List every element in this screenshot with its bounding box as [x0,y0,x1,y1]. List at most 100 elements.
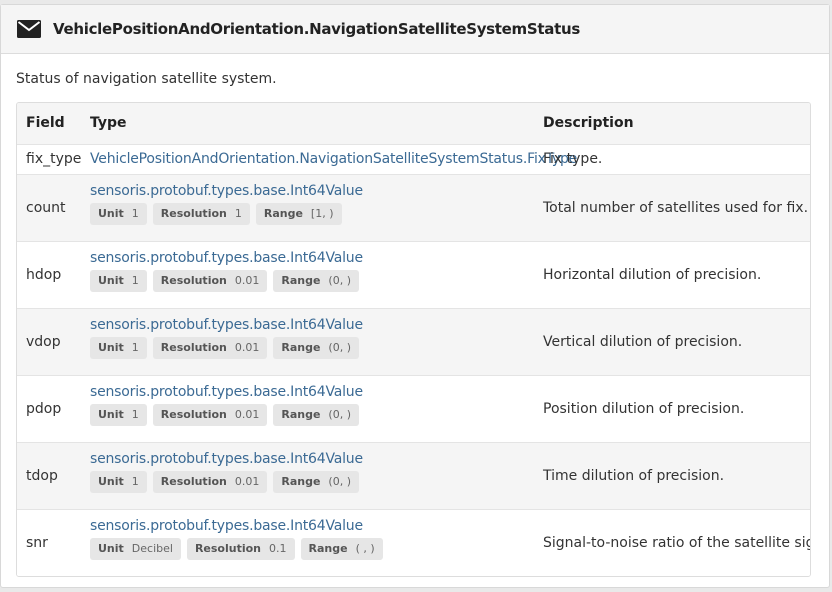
badge-key: Range [281,341,321,354]
badge-value: (0, ) [328,274,351,287]
badge-key: Resolution [160,274,227,287]
fields-table: Field Type Description fix_type VehiclePo… [16,102,811,577]
table-row: vdop sensoris.protobuf.types.base.Int64Va… [17,308,810,375]
badge-range: Range (0, ) [273,404,359,426]
type-cell: VehiclePositionAndOrientation.Navigation… [90,151,577,167]
table-row: pdop sensoris.protobuf.types.base.Int64Va… [17,375,810,442]
badge-value: 1 [131,341,139,354]
badge-value: 0.01 [234,475,260,488]
field-description: Position dilution of precision. [543,401,745,417]
badge-value: 1 [234,207,242,220]
field-name: pdop [26,401,62,417]
table-row: snr sensoris.protobuf.types.base.Int64Val… [17,509,810,576]
field-description: Fix type. [543,151,603,167]
badge-key: Range [281,408,321,421]
type-link[interactable]: sensoris.protobuf.types.base.Int64Value [90,451,363,467]
type-badges: Unit 1 Resolution 0.01 Range (0, ) [90,270,363,292]
badge-value: 0.01 [234,274,260,287]
badge-value: [1, ) [310,207,334,220]
envelope-icon [17,20,41,38]
field-name: tdop [26,468,58,484]
badge-value: 1 [131,408,139,421]
column-header-field: Field [26,115,65,131]
field-name: hdop [26,267,62,283]
type-badges: Unit Decibel Resolution 0.1 Range ( , ) [90,538,383,560]
table-row: fix_type VehiclePositionAndOrientation.Na… [17,144,810,174]
field-name: count [26,200,66,216]
badge-resolution: Resolution 0.01 [152,337,268,359]
field-name: vdop [26,334,61,350]
type-link[interactable]: VehiclePositionAndOrientation.Navigation… [90,151,577,167]
badge-unit: Unit 1 [90,203,147,225]
badge-value: (0, ) [328,475,351,488]
badge-key: Resolution [160,408,227,421]
badge-range: Range (0, ) [273,471,359,493]
badge-unit: Unit 1 [90,404,147,426]
badge-resolution: Resolution 0.01 [152,404,268,426]
type-badges: Unit 1 Resolution 1 Range [1, ) [90,203,363,225]
column-header-description: Description [543,115,634,131]
badge-key: Range [281,475,321,488]
badge-key: Unit [98,542,124,555]
badge-resolution: Resolution 0.1 [186,538,295,560]
type-badges: Unit 1 Resolution 0.01 Range (0, ) [90,404,363,426]
badge-value: 1 [131,274,139,287]
badge-value: 0.1 [269,542,287,555]
badge-value: ( , ) [355,542,375,555]
table-row: count sensoris.protobuf.types.base.Int64V… [17,174,810,241]
field-description: Time dilution of precision. [543,468,725,484]
badge-key: Resolution [160,341,227,354]
panel-title: VehiclePositionAndOrientation.Navigation… [53,20,580,38]
badge-range: Range [1, ) [255,203,342,225]
badge-value: 1 [131,475,139,488]
type-link[interactable]: sensoris.protobuf.types.base.Int64Value [90,518,363,534]
badge-range: Range ( , ) [300,538,383,560]
badge-unit: Unit 1 [90,270,147,292]
type-cell: sensoris.protobuf.types.base.Int64Value U… [90,317,363,359]
type-badges: Unit 1 Resolution 0.01 Range (0, ) [90,471,363,493]
badge-key: Unit [98,408,124,421]
badge-value: (0, ) [328,408,351,421]
panel-header: VehiclePositionAndOrientation.Navigation… [1,5,829,54]
badge-key: Unit [98,341,124,354]
type-cell: sensoris.protobuf.types.base.Int64Value U… [90,384,363,426]
badge-value: 1 [131,207,139,220]
badge-resolution: Resolution 1 [152,203,250,225]
badge-range: Range (0, ) [273,337,359,359]
field-name: snr [26,535,48,551]
field-description: Horizontal dilution of precision. [543,267,762,283]
message-description: Status of navigation satellite system. [16,71,277,87]
badge-unit: Unit 1 [90,471,147,493]
field-description: Vertical dilution of precision. [543,334,743,350]
badge-key: Unit [98,207,124,220]
column-header-type: Type [90,115,127,131]
type-link[interactable]: sensoris.protobuf.types.base.Int64Value [90,183,363,199]
type-cell: sensoris.protobuf.types.base.Int64Value U… [90,518,383,560]
table-header-row: Field Type Description [17,103,810,144]
badge-value: Decibel [131,542,173,555]
badge-key: Resolution [160,207,227,220]
badge-key: Resolution [160,475,227,488]
badge-value: 0.01 [234,341,260,354]
message-panel: VehiclePositionAndOrientation.Navigation… [0,4,830,588]
table-row: tdop sensoris.protobuf.types.base.Int64Va… [17,442,810,509]
table-row: hdop sensoris.protobuf.types.base.Int64Va… [17,241,810,308]
badge-value: (0, ) [328,341,351,354]
type-link[interactable]: sensoris.protobuf.types.base.Int64Value [90,250,363,266]
type-badges: Unit 1 Resolution 0.01 Range (0, ) [90,337,363,359]
badge-key: Resolution [194,542,262,555]
type-link[interactable]: sensoris.protobuf.types.base.Int64Value [90,384,363,400]
field-description: Signal-to-noise ratio of the satellite s… [543,535,811,551]
badge-key: Unit [98,274,124,287]
badge-key: Range [281,274,321,287]
field-name: fix_type [26,151,82,167]
field-description: Total number of satellites used for fix. [543,200,809,216]
badge-key: Range [308,542,348,555]
badge-unit: Unit 1 [90,337,147,359]
badge-key: Range [263,207,303,220]
badge-range: Range (0, ) [273,270,359,292]
badge-value: 0.01 [234,408,260,421]
badge-key: Unit [98,475,124,488]
type-link[interactable]: sensoris.protobuf.types.base.Int64Value [90,317,363,333]
badge-resolution: Resolution 0.01 [152,270,268,292]
